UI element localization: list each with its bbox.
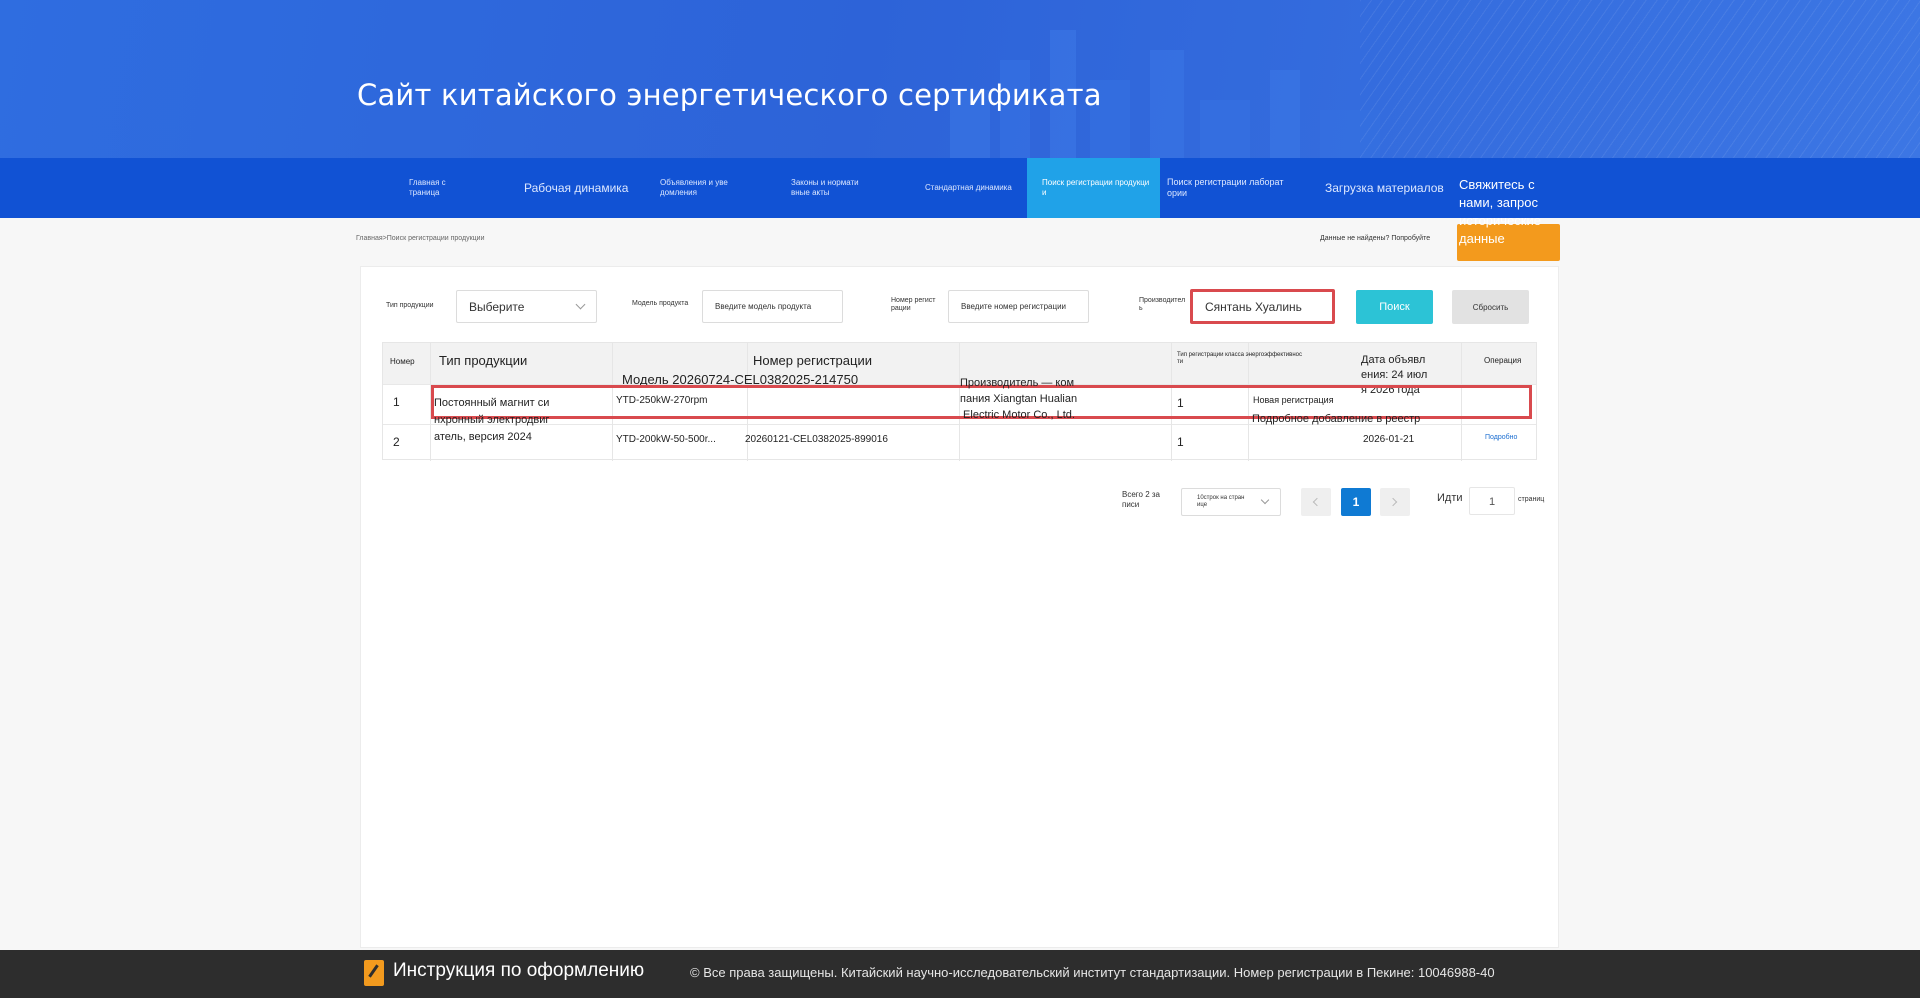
nav-item-product-registration-search[interactable]: Поиск регистрации продукци и bbox=[1027, 158, 1160, 218]
search-button[interactable]: Поиск bbox=[1356, 290, 1433, 324]
model-label: Модель продукта bbox=[632, 300, 689, 307]
prev-page-button[interactable] bbox=[1301, 488, 1331, 516]
nav-item-home[interactable]: Главная с траница bbox=[400, 158, 510, 218]
row2-grade: 1 bbox=[1177, 435, 1184, 449]
nav-item-label: Поиск регистрации продукци и bbox=[1042, 178, 1150, 197]
nav-item-work-dynamics[interactable]: Рабочая динамика bbox=[510, 158, 640, 218]
goto-page-input[interactable]: 1 bbox=[1469, 487, 1515, 515]
nav-item-laws[interactable]: Законы и нормати вные акты bbox=[782, 158, 907, 218]
chevron-left-icon bbox=[1312, 497, 1322, 507]
nav-item-lab-registration-search[interactable]: Поиск регистрации лаборат ории bbox=[1160, 158, 1290, 218]
row1-num: 1 bbox=[393, 395, 400, 409]
row1-grade: 1 bbox=[1177, 396, 1184, 410]
site-title: Сайт китайского энергетического сертифик… bbox=[357, 78, 1102, 112]
product-type-value: Выберите bbox=[469, 300, 525, 314]
row2-date: 2026-01-21 bbox=[1363, 434, 1415, 445]
main-nav: Главная с траница Рабочая динамика Объяв… bbox=[0, 158, 1920, 218]
footer-guide-link[interactable]: Инструкция по оформлению bbox=[393, 960, 644, 982]
chevron-right-icon bbox=[1388, 497, 1398, 507]
total-records: Всего 2 за писи bbox=[1122, 490, 1160, 509]
footer-copyright: © Все права защищены. Китайский научно-и… bbox=[690, 965, 1495, 980]
row2-reg-number: 20260121-CEL0382025-899016 bbox=[745, 434, 888, 445]
model-input[interactable]: Введите модель продукта bbox=[702, 290, 843, 323]
page-suffix: страниц bbox=[1518, 496, 1545, 503]
manufacturer-label: Производител ь bbox=[1139, 297, 1186, 312]
row1-reg-type: Новая регистрация bbox=[1253, 395, 1334, 405]
row1-model: YTD-250kW-270rpm bbox=[616, 395, 708, 406]
chevron-down-icon bbox=[1260, 495, 1270, 505]
header-reg-number: Номер регистрации bbox=[753, 353, 872, 368]
product-type-label: Тип продукции bbox=[386, 302, 434, 309]
product-type-select[interactable]: Выберите bbox=[456, 290, 597, 323]
not-found-text[interactable]: Данные не найдены? Попробуйте bbox=[1320, 235, 1430, 242]
model-placeholder: Введите модель продукта bbox=[715, 302, 812, 311]
reg-number-input[interactable]: Введите номер регистрации bbox=[948, 290, 1089, 323]
site-header: Сайт китайского энергетического сертифик… bbox=[0, 0, 1920, 158]
row1-manufacturer: Производитель — ком пания Xiangtan Huali… bbox=[960, 377, 1078, 421]
nav-item-materials-download[interactable]: Загрузка материалов bbox=[1315, 158, 1455, 218]
nav-item-label: Поиск регистрации лаборат ории bbox=[1167, 176, 1284, 198]
row2-model: YTD-200kW-50-500r... bbox=[616, 434, 716, 445]
nav-item-label: Главная с траница bbox=[409, 178, 446, 197]
nav-item-label: Объявления и уве домления bbox=[660, 178, 728, 197]
reg-number-placeholder: Введите номер регистрации bbox=[961, 302, 1067, 311]
row1-reg-overlay[interactable]: Подробное добавление в реестр bbox=[1252, 413, 1420, 425]
pencil-icon bbox=[364, 960, 384, 986]
nav-item-announcements[interactable]: Объявления и уве домления bbox=[650, 158, 775, 218]
manufacturer-input[interactable]: Сянтань Хуалинь bbox=[1190, 289, 1335, 324]
next-page-button[interactable] bbox=[1380, 488, 1410, 516]
nav-item-label: Рабочая динамика bbox=[524, 180, 629, 195]
page-size-value: 10строк на стран ице bbox=[1197, 495, 1245, 508]
nav-item-standard-dynamics[interactable]: Стандартная динамика bbox=[915, 158, 1025, 218]
header-num: Номер bbox=[390, 357, 415, 366]
reg-number-label: Номер регист рации bbox=[891, 297, 936, 312]
goto-page-value: 1 bbox=[1489, 496, 1496, 508]
chevron-down-icon bbox=[575, 299, 586, 310]
row2-num: 2 bbox=[393, 435, 400, 449]
nav-item-label: Загрузка материалов bbox=[1325, 180, 1444, 195]
header-operation: Операция bbox=[1484, 356, 1522, 365]
nav-item-label: Стандартная динамика bbox=[925, 183, 1012, 192]
header-reg-type: Тип регистрации класса энергоэффективнос… bbox=[1177, 352, 1302, 365]
goto-label: Идти bbox=[1437, 492, 1463, 504]
page-button-current[interactable]: 1 bbox=[1341, 488, 1371, 516]
row2-details-link[interactable]: Подробно bbox=[1485, 434, 1517, 441]
reset-button[interactable]: Сбросить bbox=[1452, 290, 1529, 324]
manufacturer-value: Сянтань Хуалинь bbox=[1205, 300, 1302, 314]
header-type: Тип продукции bbox=[439, 353, 528, 368]
results-table: Номер Тип продукции Номер регистрации Ти… bbox=[382, 342, 1537, 461]
row1-type: Постоянный магнит си нхронный электродви… bbox=[434, 397, 550, 443]
breadcrumb: Главная>Поиск регистрации продукции bbox=[356, 235, 485, 242]
nav-item-label: Законы и нормати вные акты bbox=[791, 178, 859, 197]
page-size-select[interactable]: 10строк на стран ице bbox=[1181, 488, 1281, 516]
contact-label[interactable]: Свяжитесь с нами, запрос исторические да… bbox=[1459, 176, 1559, 248]
